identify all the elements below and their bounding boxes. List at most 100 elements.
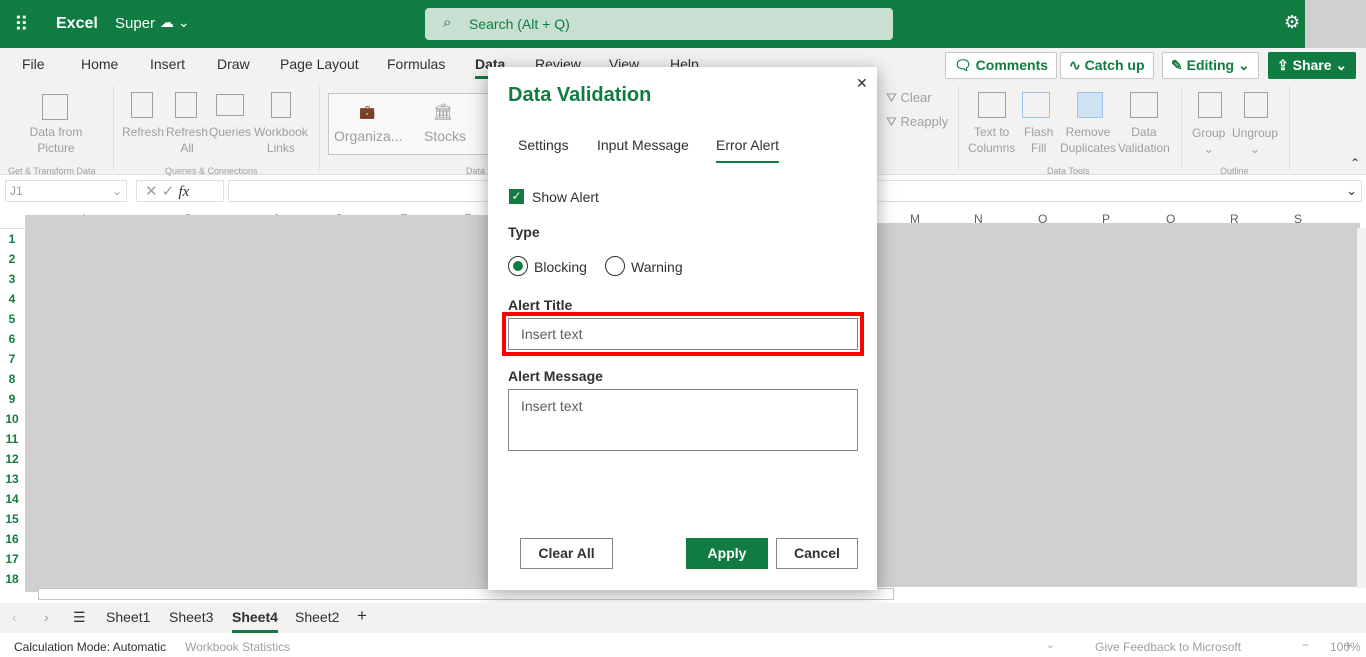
label: Ungroup: [1232, 126, 1279, 140]
zoom-in-icon[interactable]: +: [1344, 637, 1352, 653]
row-header[interactable]: 18: [0, 569, 24, 589]
pencil-icon: ✎: [1171, 57, 1187, 73]
row-header[interactable]: 16: [0, 529, 24, 549]
tab-draw[interactable]: Draw: [217, 56, 250, 72]
row-header[interactable]: 2: [0, 249, 24, 269]
clear-all-button[interactable]: Clear All: [520, 538, 613, 569]
label: Picture: [37, 141, 75, 155]
group-button[interactable]: Group ⌄: [1192, 125, 1225, 157]
row-header[interactable]: 6: [0, 329, 24, 349]
warning-radio[interactable]: [605, 256, 625, 276]
catch-up-button[interactable]: ∿ Catch up: [1060, 52, 1154, 79]
tab-settings[interactable]: Settings: [518, 137, 569, 153]
sheet-tab[interactable]: Sheet2: [295, 609, 339, 625]
tab-formulas[interactable]: Formulas: [387, 56, 445, 72]
row-header[interactable]: 3: [0, 269, 24, 289]
row-header[interactable]: 8: [0, 369, 24, 389]
blocking-label: Blocking: [534, 259, 587, 275]
stocks-data-type[interactable]: Stocks: [424, 128, 466, 144]
refresh-button[interactable]: Refresh: [122, 124, 164, 140]
calculation-mode[interactable]: Calculation Mode: Automatic: [14, 640, 166, 654]
label: Refresh: [166, 125, 209, 139]
alert-message-textarea[interactable]: Insert text: [508, 389, 858, 451]
sheet-tabs-bar: ‹ › ☰ Sheet1 Sheet3 Sheet4 Sheet2 +: [0, 603, 1366, 633]
zoom-out-icon[interactable]: −: [1302, 638, 1309, 652]
text-to-columns-button[interactable]: Text to Columns: [968, 124, 1015, 156]
text-to-columns-icon: [978, 92, 1006, 118]
clear-filter-button[interactable]: ⛛ Clear: [886, 90, 932, 106]
row-header[interactable]: 14: [0, 489, 24, 509]
divider: [958, 86, 959, 170]
row-header[interactable]: 15: [0, 509, 24, 529]
workbook-statistics[interactable]: Workbook Statistics: [185, 640, 290, 654]
share-button[interactable]: ⇪ Share ⌄: [1268, 52, 1357, 79]
row-header[interactable]: 12: [0, 449, 24, 469]
title-bar: ⠿ Excel Super ☁ ⌄ ⌕ Search (Alt + Q) ⚙: [0, 0, 1366, 48]
cancel-icon[interactable]: ✕: [145, 183, 158, 200]
row-header[interactable]: 4: [0, 289, 24, 309]
alert-title-input[interactable]: Insert text: [508, 318, 858, 350]
data-validation-button[interactable]: Data Validation: [1118, 124, 1170, 156]
expand-formula-icon[interactable]: ⌄: [1346, 183, 1357, 199]
function-icon[interactable]: fx: [179, 184, 190, 200]
tab-page-layout[interactable]: Page Layout: [280, 56, 359, 72]
previous-sheet-icon[interactable]: ‹: [12, 609, 17, 625]
settings-gear-icon[interactable]: ⚙: [1284, 12, 1300, 33]
row-header[interactable]: 7: [0, 349, 24, 369]
cloud-saved-icon: ☁ ⌄: [160, 14, 190, 30]
row-header[interactable]: 13: [0, 469, 24, 489]
ungroup-button[interactable]: Ungroup ⌄: [1232, 125, 1278, 157]
add-sheet-icon[interactable]: +: [357, 606, 367, 626]
bank-icon: 🏛: [433, 104, 454, 121]
blocking-radio[interactable]: [508, 256, 528, 276]
label: Workbook: [254, 125, 308, 139]
sheet-tab[interactable]: Sheet1: [106, 609, 150, 625]
refresh-all-button[interactable]: Refresh All: [166, 124, 208, 156]
row-header[interactable]: 11: [0, 429, 24, 449]
row-header[interactable]: 9: [0, 389, 24, 409]
tab-input-message[interactable]: Input Message: [597, 137, 689, 153]
flash-fill-button[interactable]: Flash Fill: [1024, 124, 1053, 156]
feedback-link[interactable]: Give Feedback to Microsoft: [1095, 640, 1241, 654]
reapply-button[interactable]: ⛛ Reapply: [886, 114, 948, 130]
close-icon[interactable]: ✕: [856, 75, 868, 92]
editing-button[interactable]: ✎ Editing ⌄: [1162, 52, 1259, 79]
search-input[interactable]: ⌕ Search (Alt + Q): [425, 8, 893, 40]
app-launcher-icon[interactable]: ⠿: [14, 12, 29, 37]
collapse-ribbon-icon[interactable]: ⌃: [1350, 156, 1360, 170]
organization-data-type[interactable]: Organiza...: [334, 128, 402, 144]
cancel-button[interactable]: Cancel: [776, 538, 858, 569]
sheet-tab[interactable]: Sheet3: [169, 609, 213, 625]
app-name: Excel: [56, 15, 98, 32]
name-box[interactable]: J1 ⌄: [5, 180, 127, 202]
data-from-picture-button[interactable]: Data from Picture: [20, 124, 92, 156]
chevron-down-icon[interactable]: ⌄: [1046, 640, 1054, 651]
comments-button[interactable]: 🗨 Comments: [945, 52, 1058, 79]
next-sheet-icon[interactable]: ›: [44, 609, 49, 625]
data-types-gallery[interactable]: 💼 Organiza... 🏛 Stocks: [328, 93, 490, 155]
tab-insert[interactable]: Insert: [150, 56, 185, 72]
document-name[interactable]: Super: [115, 15, 155, 32]
remove-duplicates-button[interactable]: Remove Duplicates: [1060, 124, 1116, 156]
tab-error-alert[interactable]: Error Alert: [716, 137, 780, 163]
flash-fill-icon: [1022, 92, 1050, 118]
row-header[interactable]: 10: [0, 409, 24, 429]
all-sheets-menu-icon[interactable]: ☰: [73, 609, 86, 626]
comments-label: Comments: [975, 57, 1049, 73]
enter-icon[interactable]: ✓: [162, 183, 175, 200]
workbook-links-button[interactable]: Workbook Links: [254, 124, 308, 156]
show-alert-checkbox[interactable]: ✓: [509, 189, 524, 204]
sheet-tab-active[interactable]: Sheet4: [232, 609, 278, 633]
tab-home[interactable]: Home: [81, 56, 118, 72]
row-header[interactable]: 17: [0, 549, 24, 569]
queries-button[interactable]: Queries: [209, 124, 251, 140]
vertical-scrollbar[interactable]: [1357, 228, 1366, 588]
apply-button[interactable]: Apply: [686, 538, 768, 569]
row-header[interactable]: 1: [0, 229, 24, 249]
group-label: Data: [466, 166, 486, 176]
formula-buttons: ✕ ✓ fx: [136, 180, 224, 202]
avatar[interactable]: [1305, 0, 1366, 48]
row-header[interactable]: 5: [0, 309, 24, 329]
label: ⌄: [1203, 142, 1214, 156]
tab-file[interactable]: File: [22, 56, 45, 72]
